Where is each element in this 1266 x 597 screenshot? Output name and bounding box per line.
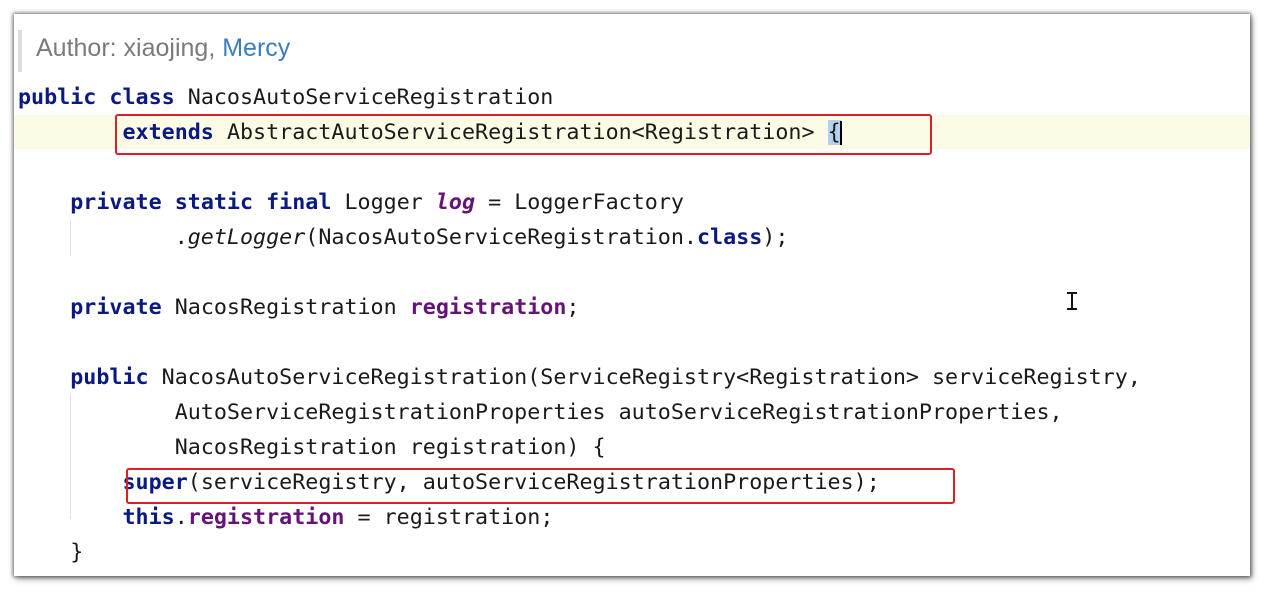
code-token: AutoServiceRegistrationProperties autoSe… — [174, 400, 1063, 425]
code-token: = registration; — [357, 505, 554, 530]
code-token: private — [70, 190, 162, 215]
code-line-5[interactable]: .getLogger(NacosAutoServiceRegistration.… — [18, 220, 789, 255]
code-token: registration — [187, 505, 345, 530]
ibeam-cursor-icon — [1067, 292, 1077, 310]
code-token: Logger — [344, 190, 423, 215]
code-line-7[interactable]: private NacosRegistration registration; — [18, 290, 579, 325]
code-token: final — [266, 190, 332, 215]
author-link-mercy[interactable]: Mercy — [222, 34, 290, 62]
code-token: (NacosAutoServiceRegistration. — [305, 225, 697, 250]
code-line-9[interactable]: public NacosAutoServiceRegistration(Serv… — [18, 360, 1141, 395]
code-token: this — [122, 505, 175, 530]
code-token: NacosRegistration — [174, 295, 397, 320]
code-token: getLogger — [187, 225, 306, 250]
code-token: public — [18, 85, 97, 110]
author-quote-bar — [18, 30, 22, 72]
author-line: Author: xiaojing, Mercy — [36, 34, 290, 63]
highlight-box-super-call — [126, 468, 955, 504]
author-text: Author: xiaojing, — [36, 34, 223, 62]
code-line-10[interactable]: AutoServiceRegistrationProperties autoSe… — [18, 395, 1063, 430]
highlight-box-extends — [115, 114, 932, 155]
code-line-11[interactable]: NacosRegistration registration) { — [18, 430, 606, 465]
code-token: public — [70, 365, 149, 390]
code-token: log — [435, 190, 476, 215]
code-token: NacosRegistration registration) { — [174, 435, 606, 460]
code-token: class — [696, 225, 763, 250]
code-token: class — [109, 85, 175, 110]
code-token: } — [70, 540, 84, 565]
code-token: ; — [566, 295, 580, 320]
code-token: = LoggerFactory — [488, 190, 684, 215]
code-token: private — [70, 295, 162, 320]
code-line-1[interactable]: public class NacosAutoServiceRegistratio… — [18, 80, 553, 115]
code-snippet-frame: Author: xiaojing, Mercy public class Nac… — [14, 14, 1250, 576]
code-token: . — [174, 505, 188, 530]
code-token: NacosAutoServiceRegistration — [187, 85, 554, 110]
code-token: . — [174, 225, 188, 250]
code-token: ); — [762, 225, 789, 250]
code-token: registration — [409, 295, 567, 320]
code-token: NacosAutoServiceRegistration(ServiceRegi… — [161, 365, 1141, 390]
code-line-4[interactable]: private static final Logger log = Logger… — [18, 185, 684, 220]
code-line-14[interactable]: } — [18, 535, 83, 570]
code-token: static — [174, 190, 254, 215]
code-line-13[interactable]: this.registration = registration; — [18, 500, 553, 535]
